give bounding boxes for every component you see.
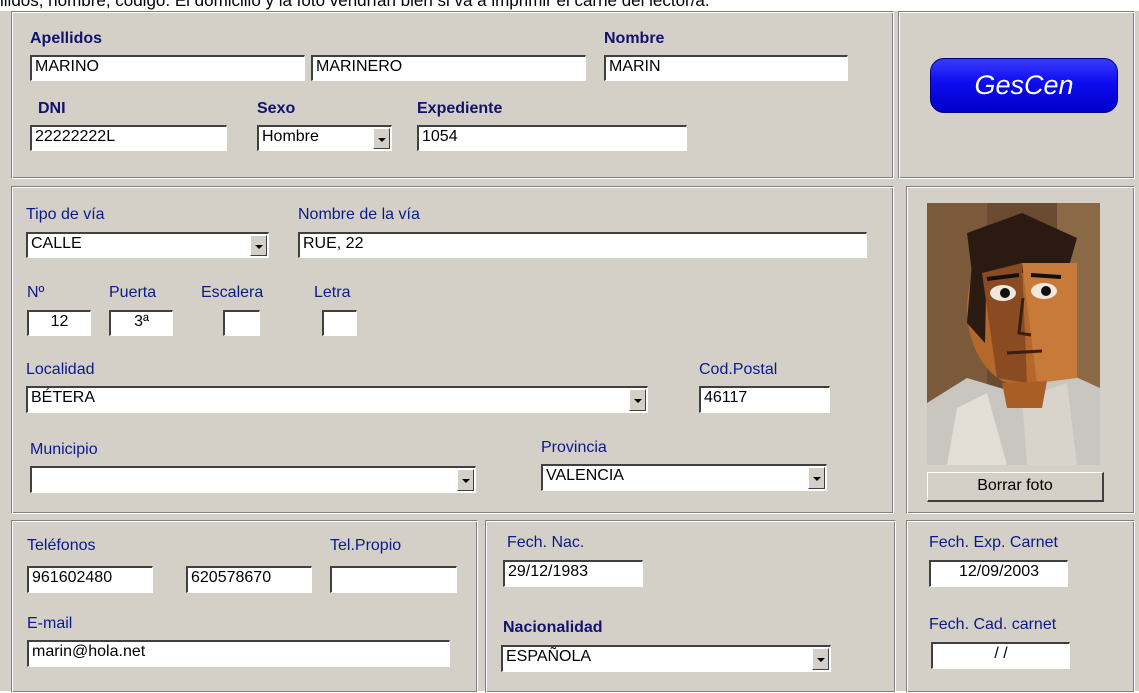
fecha-cad-label: Fech. Cad. carnet	[929, 616, 1057, 633]
fecha-exp-label: Fech. Exp. Carnet	[929, 534, 1058, 551]
escalera-field[interactable]	[223, 310, 260, 336]
sexo-select[interactable]: Hombre	[257, 125, 392, 151]
apellido2-field[interactable]: MARINERO	[311, 55, 586, 81]
chevron-down-icon	[816, 658, 825, 662]
tipo-via-value: CALLE	[31, 235, 82, 252]
nacionalidad-select[interactable]: ESPAÑOLA	[501, 645, 831, 672]
provincia-value: VALENCIA	[546, 467, 624, 484]
provincia-label: Provincia	[541, 439, 607, 456]
chevron-down-icon	[377, 137, 386, 142]
letra-field[interactable]	[322, 310, 357, 336]
tipo-via-dropdown-button[interactable]	[250, 235, 267, 256]
portrait-image	[927, 203, 1100, 465]
nombre-via-label: Nombre de la vía	[298, 206, 420, 223]
puerta-field[interactable]: 3ª	[109, 310, 173, 336]
dni-field[interactable]: 22222222L	[30, 125, 227, 151]
email-field[interactable]: marin@hola.net	[27, 640, 450, 667]
apellido1-field[interactable]: MARINO	[30, 55, 305, 81]
sexo-value: Hombre	[262, 128, 319, 145]
sexo-dropdown-button[interactable]	[373, 128, 390, 149]
nombre-field[interactable]: MARIN	[604, 55, 848, 81]
fecha-cad-field[interactable]: / /	[931, 642, 1070, 669]
sexo-label: Sexo	[257, 100, 296, 117]
apellidos-label: Apellidos	[30, 30, 103, 47]
chevron-down-icon	[633, 399, 642, 403]
fecha-exp-field[interactable]: 12/09/2003	[929, 560, 1068, 587]
chevron-down-icon	[254, 244, 263, 249]
nacionalidad-label: Nacionalidad	[503, 619, 603, 636]
personal-panel	[11, 11, 894, 179]
dni-label: DNI	[38, 100, 66, 117]
tel-propio-label: Tel.Propio	[330, 537, 402, 554]
letra-label: Letra	[314, 284, 351, 301]
provincia-dropdown-button[interactable]	[808, 467, 825, 489]
chevron-down-icon	[461, 479, 470, 483]
expediente-label: Expediente	[417, 100, 503, 117]
gescen-logo: GesCen	[930, 58, 1118, 113]
reader-photo	[927, 203, 1100, 465]
email-label: E-mail	[27, 615, 73, 632]
cp-field[interactable]: 46117	[699, 386, 830, 413]
telefonos-label: Teléfonos	[27, 537, 96, 554]
borrar-foto-button[interactable]: Borrar foto	[927, 472, 1104, 502]
expediente-field[interactable]: 1054	[417, 125, 687, 151]
nombre-label: Nombre	[604, 30, 665, 47]
localidad-label: Localidad	[26, 361, 95, 378]
localidad-value: BÉTERA	[31, 389, 96, 406]
localidad-dropdown-button[interactable]	[629, 389, 646, 411]
instruction-text: llidos, nombre, código. El domicilio y l…	[0, 0, 710, 10]
fecha-nac-field[interactable]: 29/12/1983	[503, 560, 643, 587]
telefono1-field[interactable]: 961602480	[27, 566, 153, 593]
numero-field[interactable]: 12	[27, 310, 91, 336]
provincia-select[interactable]: VALENCIA	[541, 464, 827, 491]
tipo-via-select[interactable]: CALLE	[26, 232, 269, 258]
reader-form: Apellidos MARINO MARINERO Nombre MARIN D…	[0, 11, 1139, 693]
municipio-dropdown-button[interactable]	[457, 469, 474, 491]
telefono2-field[interactable]: 620578670	[186, 566, 312, 593]
tipo-via-label: Tipo de vía	[26, 206, 105, 223]
nombre-via-field[interactable]: RUE, 22	[298, 232, 867, 258]
numero-label: Nº	[27, 284, 45, 301]
chevron-down-icon	[812, 477, 821, 481]
escalera-label: Escalera	[201, 284, 264, 301]
puerta-label: Puerta	[109, 284, 157, 301]
localidad-select[interactable]: BÉTERA	[26, 386, 648, 413]
municipio-select[interactable]	[30, 466, 476, 493]
cp-label: Cod.Postal	[699, 361, 778, 378]
tel-propio-field[interactable]	[330, 566, 457, 593]
nacionalidad-dropdown-button[interactable]	[812, 648, 829, 670]
fecha-nac-label: Fech. Nac.	[507, 534, 585, 551]
municipio-label: Municipio	[30, 441, 98, 458]
nacionalidad-value: ESPAÑOLA	[506, 648, 592, 665]
